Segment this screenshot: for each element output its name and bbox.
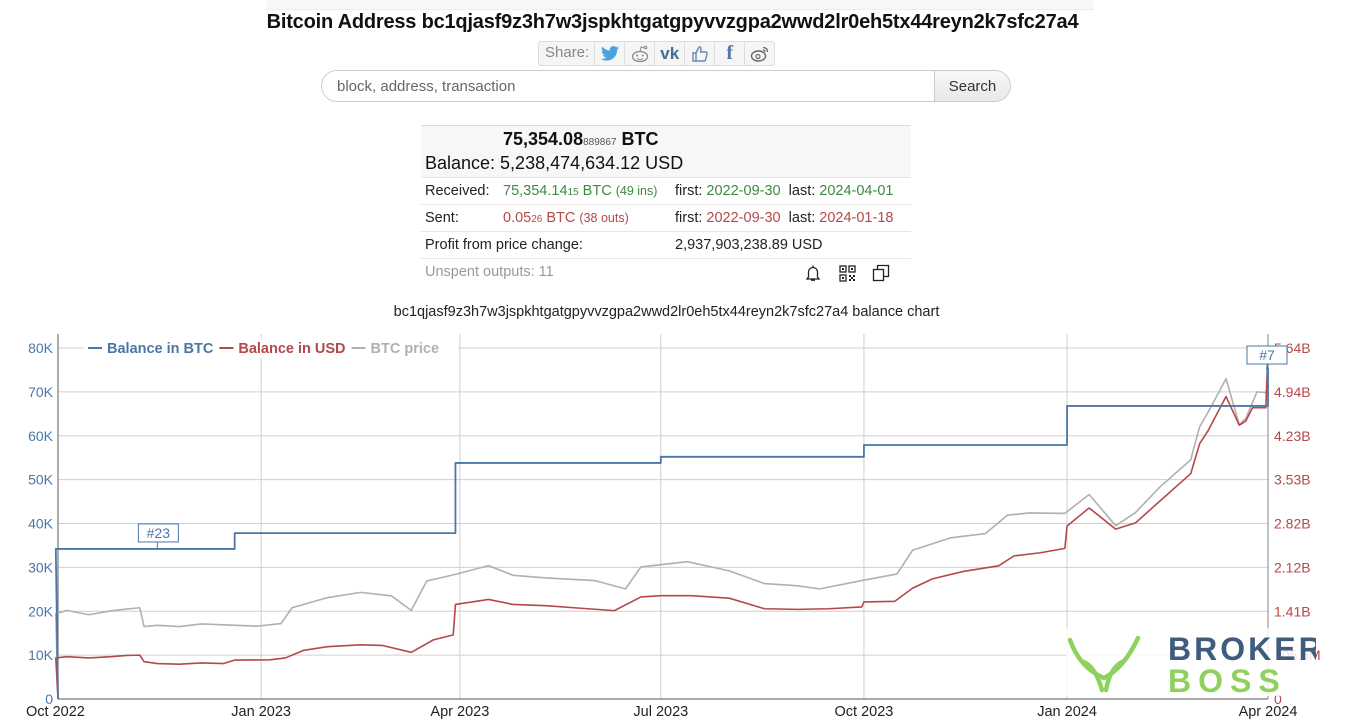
balance-btc-tail: 889867 xyxy=(583,137,617,148)
twitter-icon[interactable] xyxy=(595,42,626,65)
reddit-icon[interactable] xyxy=(625,42,656,65)
copy-icon[interactable] xyxy=(871,263,891,283)
left-tick-label: 60K xyxy=(28,428,54,444)
right-tick-label: 4.23B xyxy=(1274,428,1311,444)
right-tick-label: 1.41B xyxy=(1274,603,1311,619)
profit-value: 2,937,903,238.89 USD xyxy=(675,237,823,253)
received-row: Received: 75,354.1415 BTC (49 ins) first… xyxy=(421,177,911,204)
legend-item: Balance in BTC xyxy=(107,341,214,357)
sent-unit: BTC xyxy=(542,210,580,226)
left-tick-label: 40K xyxy=(28,516,54,532)
weibo-icon[interactable] xyxy=(745,42,774,65)
received-last-date: 2024-04-01 xyxy=(819,183,894,199)
sent-row: Sent: 0.0526 BTC (38 outs) first: 2022-0… xyxy=(421,204,911,231)
unspent-row: Unspent outputs: 11 xyxy=(421,258,911,291)
right-tick-label: 2.12B xyxy=(1274,559,1311,575)
received-last-label: last: xyxy=(788,183,816,199)
top-bar xyxy=(266,0,1094,10)
received-amount-tail: 15 xyxy=(567,187,579,198)
share-bar: Share: vk f xyxy=(538,41,776,66)
right-tick-label: 4.94B xyxy=(1274,384,1311,400)
x-tick-label: Apr 2024 xyxy=(1239,704,1298,720)
x-tick-label: Oct 2022 xyxy=(26,704,85,720)
chart-title: bc1qjasf9z3h7w3jspkhtgatgpyvvzgpa2wwd2lr… xyxy=(393,304,940,320)
sent-last-date: 2024-01-18 xyxy=(819,210,894,226)
sent-label: Sent: xyxy=(425,210,459,226)
page-title: Bitcoin Address bc1qjasf9z3h7w3jspkhtgat… xyxy=(266,11,1079,33)
annotation-label: #23 xyxy=(147,525,171,541)
qr-code-icon[interactable] xyxy=(837,263,857,283)
received-label: Received: xyxy=(425,183,490,199)
right-tick-label: 2.82B xyxy=(1274,516,1311,532)
legend-item: BTC price xyxy=(371,341,440,357)
action-icons xyxy=(803,263,891,283)
balance-row: 75,354.08889867 BTC Balance: 5,238,474,6… xyxy=(421,125,911,177)
profit-row: Profit from price change: 2,937,903,238.… xyxy=(421,231,911,258)
sent-amount: 0.0526 BTC (38 outs) xyxy=(503,205,629,233)
x-tick-label: Oct 2023 xyxy=(835,704,894,720)
received-amount-main: 75,354.14 xyxy=(503,183,568,199)
left-axis-labels: 010K20K30K40K50K60K70K80K xyxy=(28,340,54,707)
annotation-flag: #7 xyxy=(1246,345,1288,379)
sent-count: (38 outs) xyxy=(579,211,629,225)
watermark-broker: BROKER xyxy=(1168,631,1316,667)
bull-logo-icon xyxy=(1067,635,1141,693)
x-tick-label: Jul 2023 xyxy=(633,704,688,720)
chart-legend: Balance in BTC Balance in USD BTC price xyxy=(84,338,458,358)
annotation-flag: #23 xyxy=(137,523,179,549)
profit-label: Profit from price change: xyxy=(425,237,583,253)
x-axis-labels: Oct 2022 Jan 2023 Apr 2023 Jul 2023 Oct 2023… xyxy=(26,704,1297,720)
received-first-date: 2022-09-30 xyxy=(706,183,781,199)
bell-icon[interactable] xyxy=(803,263,823,283)
watermark-boss: BOSS xyxy=(1168,663,1287,696)
received-unit: BTC xyxy=(578,183,616,199)
legend-item: Balance in USD xyxy=(238,341,345,357)
sent-first-label: first: xyxy=(675,210,703,226)
left-tick-label: 70K xyxy=(28,384,54,400)
sent-first-date: 2022-09-30 xyxy=(706,210,781,226)
search-input[interactable] xyxy=(322,71,934,101)
unspent-outputs[interactable]: Unspent outputs: 11 xyxy=(425,259,554,285)
search-button[interactable]: Search xyxy=(934,71,1010,101)
balance-btc: 75,354.08889867 BTC xyxy=(503,129,658,150)
left-tick-label: 30K xyxy=(28,559,54,575)
search-form: Search xyxy=(321,70,1011,102)
received-count: (49 ins) xyxy=(615,184,658,198)
x-tick-label: Jan 2024 xyxy=(1037,704,1097,720)
right-tick-label: 3.53B xyxy=(1274,472,1311,488)
vk-icon[interactable]: vk xyxy=(655,42,686,65)
like-icon[interactable] xyxy=(685,42,716,65)
balance-btc-main: 75,354.08 xyxy=(503,129,584,149)
left-tick-label: 80K xyxy=(28,340,54,356)
sent-amount-tail: 26 xyxy=(531,214,543,225)
left-tick-label: 50K xyxy=(28,472,54,488)
sent-amount-main: 0.05 xyxy=(503,210,532,226)
balance-usd: Balance: 5,238,474,634.12 USD xyxy=(425,153,684,173)
received-first-label: first: xyxy=(675,183,703,199)
x-tick-label: Jan 2023 xyxy=(231,704,291,720)
balance-btc-unit: BTC xyxy=(621,129,659,149)
received-amount: 75,354.1415 BTC (49 ins) xyxy=(503,178,657,206)
x-tick-label: Apr 2023 xyxy=(430,704,489,720)
brokerboss-watermark: BROKER BOSS xyxy=(1066,628,1322,699)
sent-last-label: last: xyxy=(788,210,816,226)
facebook-icon[interactable]: f xyxy=(715,42,746,65)
share-label: Share: xyxy=(539,42,596,65)
sent-dates: first: 2022-09-30 last: 2024-01-18 xyxy=(675,205,893,231)
annotation-label: #7 xyxy=(1259,347,1275,363)
left-tick-label: 10K xyxy=(28,647,54,663)
received-dates: first: 2022-09-30 last: 2024-04-01 xyxy=(675,178,893,204)
annotations: #23 #7 xyxy=(137,345,1288,549)
left-tick-label: 20K xyxy=(28,603,54,619)
address-summary: 75,354.08889867 BTC Balance: 5,238,474,6… xyxy=(421,125,911,291)
